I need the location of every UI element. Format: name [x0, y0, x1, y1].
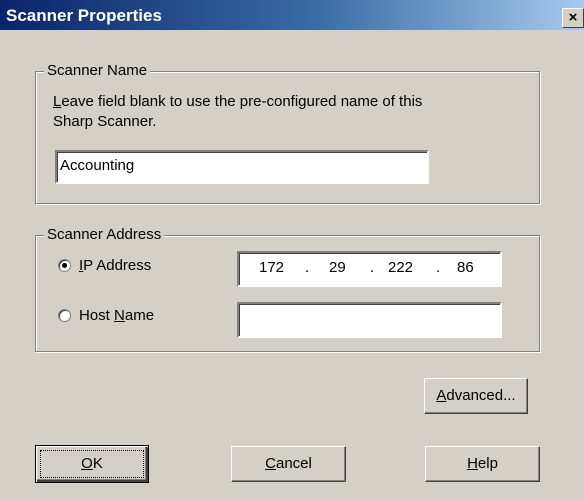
scanner-name-description-line1: Leave field blank to use the pre-configu… [53, 93, 423, 110]
focus-rectangle [40, 450, 144, 478]
host-name-radio[interactable] [58, 309, 71, 322]
ip-octet-1[interactable]: 172 [259, 259, 284, 276]
host-name-input[interactable] [237, 302, 502, 338]
ok-button[interactable]: OK [35, 445, 149, 483]
ip-address-input[interactable]: 172 . 29 . 222 . 86 [237, 251, 502, 287]
help-button[interactable]: Help [425, 446, 540, 482]
ip-dot-1: . [305, 259, 310, 276]
host-name-label[interactable]: Host Name [79, 307, 154, 325]
close-button[interactable]: × [562, 8, 584, 28]
scanner-name-description-line2: Sharp Scanner. [53, 113, 157, 130]
advanced-button[interactable]: Advanced... [424, 378, 528, 414]
ip-dot-3: . [436, 259, 441, 276]
ip-octet-3[interactable]: 222 [388, 259, 413, 276]
close-icon: × [568, 9, 578, 26]
ip-dot-2: . [370, 259, 375, 276]
scanner-properties-dialog: Scanner Properties × Scanner Name Leave … [0, 0, 584, 499]
ip-octet-2[interactable]: 29 [329, 259, 346, 276]
scanner-name-group: Scanner Name [35, 62, 540, 204]
ip-address-label[interactable]: IP Address [79, 257, 151, 275]
scanner-address-legend: Scanner Address [44, 226, 165, 244]
title-bar[interactable]: Scanner Properties × [0, 0, 584, 30]
cancel-button[interactable]: Cancel [231, 446, 346, 482]
window-title: Scanner Properties [6, 6, 162, 25]
ip-octet-4[interactable]: 86 [457, 259, 474, 276]
ip-address-radio[interactable] [58, 259, 71, 272]
radio-selected-dot [62, 263, 67, 268]
scanner-name-legend: Scanner Name [44, 62, 151, 80]
scanner-name-input[interactable]: Accounting [55, 150, 429, 184]
